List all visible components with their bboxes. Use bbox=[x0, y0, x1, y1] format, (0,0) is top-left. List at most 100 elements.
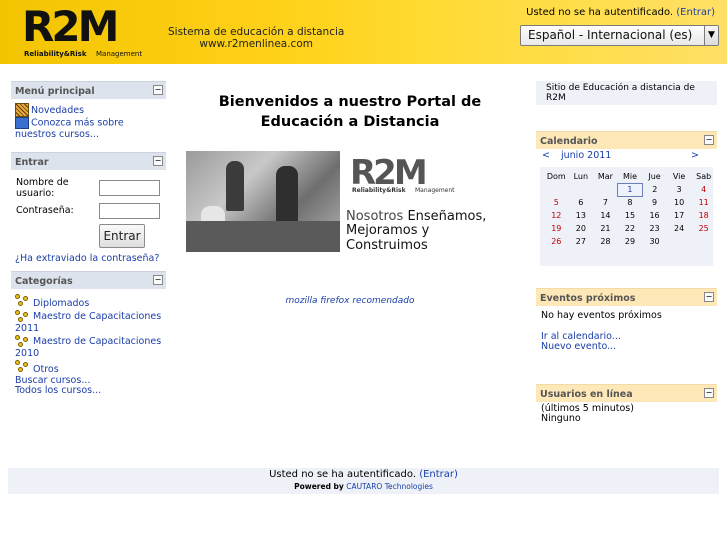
calendar-prev-month[interactable]: < bbox=[542, 150, 550, 161]
login-block: Entrar − Nombre de usuario: Contraseña: … bbox=[11, 152, 166, 267]
menu-item-conozca[interactable]: Conozca más sobre nuestros cursos... bbox=[15, 117, 162, 140]
header: R2M Reliability&Risk Management Sistema … bbox=[0, 0, 727, 64]
category-link[interactable]: Diplomados bbox=[33, 298, 89, 309]
powered-by-link[interactable]: CAUTARO Technologies bbox=[346, 482, 433, 491]
calendar-day[interactable]: 22 bbox=[618, 222, 643, 235]
banner-logo-sub: Management bbox=[415, 187, 455, 194]
calendar-day[interactable]: 15 bbox=[618, 209, 643, 222]
calendar-day[interactable]: 30 bbox=[642, 235, 667, 248]
online-users-title: Usuarios en línea bbox=[540, 389, 633, 400]
collapse-icon[interactable]: − bbox=[153, 85, 163, 95]
calendar-title: Calendario bbox=[540, 136, 598, 147]
events-title: Eventos próximos bbox=[540, 293, 636, 304]
calendar-day[interactable]: 29 bbox=[618, 235, 643, 248]
calendar-day[interactable]: 19 bbox=[544, 222, 569, 235]
calendar-day[interactable]: 28 bbox=[593, 235, 618, 248]
calendar-day[interactable]: 10 bbox=[667, 196, 692, 209]
events-block: Eventos próximos − No hay eventos próxim… bbox=[536, 288, 717, 376]
menu-item-novedades[interactable]: Novedades bbox=[15, 103, 162, 117]
calendar-day[interactable]: 6 bbox=[569, 196, 594, 209]
menu-item-label[interactable]: Novedades bbox=[31, 105, 84, 116]
online-users-header: Usuarios en línea − bbox=[536, 384, 717, 402]
calendar-day[interactable]: 8 bbox=[618, 196, 643, 209]
logo-sub: Management bbox=[96, 50, 143, 58]
site-info-block: Sitio de Educación a distancia de R2M bbox=[536, 81, 717, 105]
collapse-icon[interactable]: − bbox=[704, 135, 714, 145]
login-status-text: Usted no se ha autentificado. bbox=[526, 7, 674, 18]
calendar-day[interactable]: 16 bbox=[642, 209, 667, 222]
calendar-day[interactable]: 9 bbox=[642, 196, 667, 209]
calendar-day[interactable]: 27 bbox=[569, 235, 594, 248]
main-menu-content: Novedades Conozca más sobre nuestros cur… bbox=[11, 99, 166, 149]
calendar-day[interactable]: 4 bbox=[691, 183, 716, 196]
calendar-day[interactable]: 7 bbox=[593, 196, 618, 209]
calendar-content: < junio 2011 > Dom Lun Mar Mie Jue Vie Sab 123… bbox=[536, 149, 717, 268]
powered-by-label: Powered by bbox=[294, 482, 344, 491]
page-title: Bienvenidos a nuestro Portal de Educació… bbox=[218, 94, 482, 130]
calendar-day[interactable]: 12 bbox=[544, 209, 569, 222]
menu-item-label[interactable]: Conozca más sobre nuestros cursos... bbox=[15, 118, 124, 141]
collapse-icon[interactable]: − bbox=[704, 388, 714, 398]
login-button[interactable]: Entrar bbox=[99, 224, 145, 248]
calendar-day[interactable]: 25 bbox=[691, 222, 716, 235]
calendar-day[interactable]: 20 bbox=[569, 222, 594, 235]
forgot-password-link[interactable]: ¿Ha extraviado la contraseña? bbox=[15, 253, 159, 264]
calendar-day[interactable]: 26 bbox=[544, 235, 569, 248]
online-users-block: Usuarios en línea − (últimos 5 minutos) … bbox=[536, 384, 717, 432]
calendar-day[interactable]: 18 bbox=[691, 209, 716, 222]
calendar-day[interactable]: 24 bbox=[667, 222, 692, 235]
firefox-link[interactable]: mozilla firefox recomendado bbox=[186, 296, 514, 306]
categories-title: Categorías bbox=[15, 276, 73, 287]
banner-image: R2M Reliability&Risk Management Nosotros… bbox=[186, 151, 514, 253]
category-item[interactable]: Maestro de Capacitaciones 2010 bbox=[15, 335, 162, 359]
password-field[interactable] bbox=[99, 203, 160, 219]
calendar-empty-cell bbox=[569, 183, 594, 196]
new-event-link[interactable]: Nuevo evento... bbox=[541, 341, 616, 352]
calendar-day[interactable]: 21 bbox=[593, 222, 618, 235]
calendar-header: Calendario − bbox=[536, 131, 717, 149]
events-content: No hay eventos próximos Ir al calendario… bbox=[536, 306, 717, 376]
collapse-icon[interactable]: − bbox=[704, 292, 714, 302]
collapse-icon[interactable]: − bbox=[153, 156, 163, 166]
calendar-week: 12 13 14 15 16 17 18 bbox=[544, 209, 716, 222]
password-label: Contraseña: bbox=[16, 205, 74, 216]
calendar-day[interactable]: 5 bbox=[544, 196, 569, 209]
login-link[interactable]: (Entrar) bbox=[676, 7, 715, 18]
category-link[interactable]: Otros bbox=[33, 364, 59, 375]
calendar-next-month[interactable]: > bbox=[691, 150, 699, 161]
calendar-day[interactable]: 13 bbox=[569, 209, 594, 222]
category-item[interactable]: Maestro de Capacitaciones 2011 bbox=[15, 310, 162, 334]
online-users-value: Ninguno bbox=[541, 413, 581, 424]
main-menu-header: Menú principal − bbox=[11, 81, 166, 99]
category-icon bbox=[15, 310, 31, 323]
logo-text: R2M bbox=[22, 2, 119, 51]
site-logo[interactable]: R2M Reliability&Risk Management bbox=[22, 2, 152, 64]
calendar-day[interactable]: 17 bbox=[667, 209, 692, 222]
chevron-down-icon[interactable]: ▼ bbox=[704, 26, 718, 45]
all-courses-link[interactable]: Todos los cursos... bbox=[15, 385, 101, 396]
calendar-day[interactable]: 2 bbox=[642, 183, 667, 196]
category-icon bbox=[15, 335, 31, 348]
categories-header: Categorías − bbox=[11, 271, 166, 289]
category-link[interactable]: Maestro de Capacitaciones 2011 bbox=[15, 311, 161, 334]
calendar-day[interactable]: 23 bbox=[642, 222, 667, 235]
category-item[interactable]: Otros bbox=[15, 360, 162, 375]
username-label: Nombre de usuario: bbox=[16, 177, 69, 199]
category-link[interactable]: Maestro de Capacitaciones 2010 bbox=[15, 336, 161, 359]
footer: Usted no se ha autentificado. (Entrar) P… bbox=[8, 468, 719, 494]
calendar-month-label[interactable]: junio 2011 bbox=[561, 150, 611, 161]
category-item[interactable]: Diplomados bbox=[15, 294, 162, 309]
calendar-day[interactable]: 3 bbox=[667, 183, 692, 196]
calendar-day[interactable]: 1 bbox=[617, 182, 643, 197]
collapse-icon[interactable]: − bbox=[153, 275, 163, 285]
footer-powered: Powered by CAUTARO Technologies bbox=[8, 482, 719, 492]
calendar-day[interactable]: 11 bbox=[691, 196, 716, 209]
calendar-block: Calendario − < junio 2011 > Dom Lun Mar Mie… bbox=[536, 131, 717, 268]
calendar-weekday: Mie bbox=[622, 171, 637, 181]
calendar-day[interactable]: 14 bbox=[593, 209, 618, 222]
username-field[interactable] bbox=[99, 180, 160, 196]
banner-logo-sub-bold: Reliability&Risk bbox=[352, 187, 406, 194]
footer-login-link[interactable]: (Entrar) bbox=[419, 469, 458, 480]
language-select[interactable]: Español - Internacional (es) ▼ bbox=[520, 25, 719, 46]
banner-slogan-1: Nosotros Enseñamos, bbox=[346, 209, 486, 224]
